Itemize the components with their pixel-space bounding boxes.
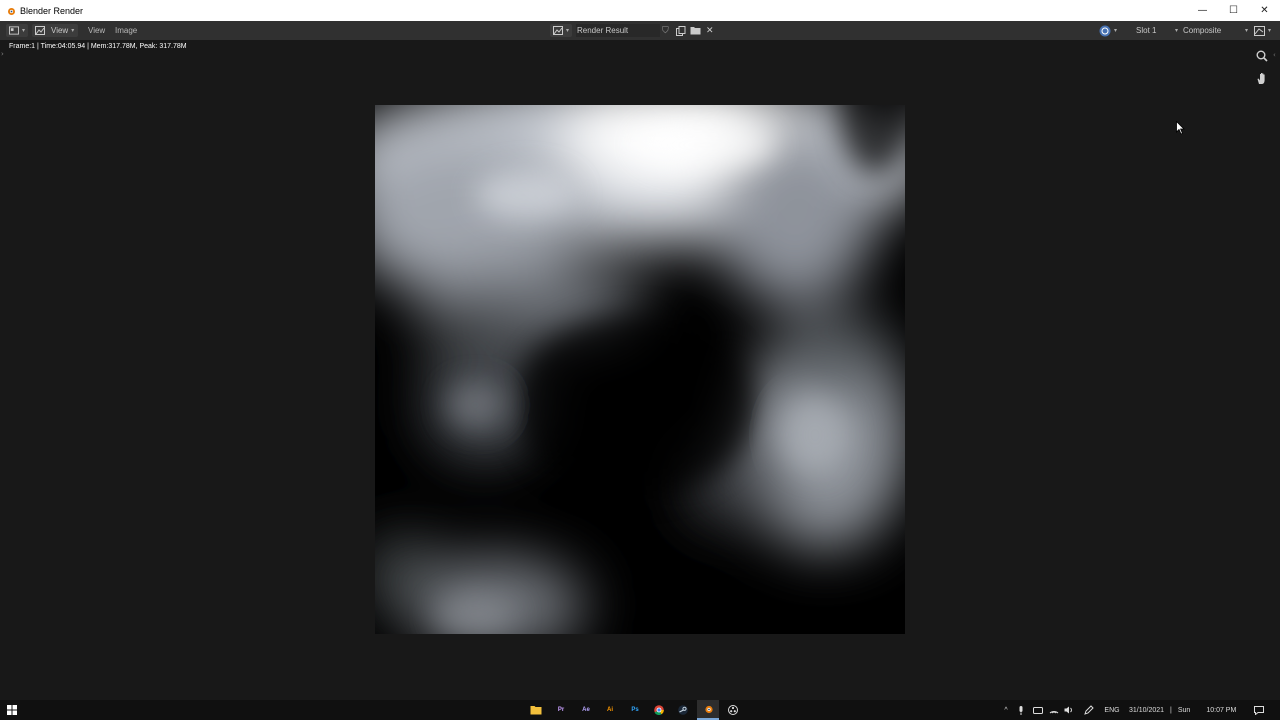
close-window-button[interactable]: ✕ — [1249, 0, 1280, 21]
steam-icon — [678, 705, 688, 715]
blender-logo-icon — [8, 7, 15, 15]
browse-image-button[interactable]: ▾ — [550, 24, 572, 37]
chevron-down-icon: ▾ — [1114, 28, 1118, 34]
taskbar-obs[interactable] — [722, 700, 744, 720]
duplicate-icon — [676, 25, 686, 36]
sidebar-toggle-icon[interactable]: › — [1, 50, 4, 58]
image-view-icon — [35, 26, 45, 35]
clock[interactable]: 31/10/2021 | Sun 10:07 PM — [1129, 700, 1244, 720]
taskbar-premiere[interactable]: Pr — [550, 700, 572, 720]
editor-type-button[interactable]: ▾ — [6, 24, 28, 37]
view-mode-label: View — [51, 26, 69, 35]
image-name-field[interactable]: Render Result — [576, 24, 660, 37]
clock-time: 10:07 PM — [1206, 706, 1237, 714]
slot-label: Slot 1 — [1136, 26, 1157, 35]
windows-taskbar: Pr Ae Ai Ps ^ ENG 31/10/2021 | Sun 10:07… — [0, 700, 1280, 720]
blender-logo-icon — [704, 705, 713, 714]
fake-user-shield-icon[interactable]: ⛉ — [662, 21, 669, 40]
clock-day: Sun — [1177, 706, 1191, 714]
display-channels-button[interactable]: ▾ — [1099, 21, 1117, 40]
network-wifi-icon[interactable] — [1048, 700, 1060, 720]
taskbar-chrome[interactable] — [648, 700, 670, 720]
clock-date: 31/10/2021 — [1129, 706, 1165, 714]
chevron-down-icon: ▾ — [21, 28, 25, 34]
chevron-down-icon: ▾ — [71, 28, 75, 34]
windows-start-button[interactable] — [5, 700, 19, 720]
folder-icon — [690, 27, 701, 35]
unlink-image-button[interactable]: ✕ — [706, 21, 714, 40]
clock-separator: | — [1170, 706, 1172, 714]
windows-logo-icon — [7, 705, 17, 715]
slot-dropdown[interactable]: Slot 1 ▾ — [1136, 21, 1178, 40]
view-options-button[interactable]: ▾ — [1254, 21, 1271, 40]
input-language[interactable]: ENG — [1102, 700, 1122, 720]
image-editor-icon — [9, 26, 19, 35]
menu-image[interactable]: Image — [115, 21, 137, 40]
zoom-view-icon[interactable] — [1254, 48, 1270, 64]
window-controls: — ☐ ✕ — [1187, 0, 1280, 21]
layer-label: Composite — [1183, 26, 1222, 35]
notifications-icon — [1254, 705, 1264, 715]
chrome-icon — [654, 705, 664, 715]
minimize-button[interactable]: — — [1187, 0, 1218, 21]
chevron-down-icon: ▾ — [1244, 28, 1248, 34]
image-editor-header: ▾ View ▾ View Image ▾ Render Result ⛉ ✕ … — [0, 21, 1280, 40]
obs-icon — [728, 705, 738, 715]
chevron-down-icon: ▾ — [1174, 28, 1178, 34]
chevron-down-icon: ▾ — [565, 28, 569, 34]
taskbar-file-explorer[interactable] — [525, 700, 547, 720]
taskbar-illustrator[interactable]: Ai — [599, 700, 621, 720]
folder-icon — [530, 706, 542, 715]
action-center-button[interactable] — [1252, 700, 1266, 720]
window-titlebar: Blender Render — ☐ ✕ — [0, 0, 1280, 21]
render-info-text: Frame:1 | Time:04:05.94 | Mem:317.78M, P… — [9, 43, 187, 50]
volume-icon[interactable] — [1063, 700, 1075, 720]
menu-view[interactable]: View — [88, 21, 105, 40]
toolbar-toggle-icon[interactable]: ‹ — [1273, 51, 1276, 59]
color-channels-icon — [1099, 25, 1111, 36]
taskbar-steam[interactable] — [672, 700, 694, 720]
image-browse-icon — [553, 26, 563, 35]
new-image-button[interactable] — [676, 21, 686, 40]
pan-view-hand-icon[interactable] — [1254, 70, 1270, 86]
mouse-cursor-icon — [1176, 121, 1185, 135]
tray-show-hidden-icon[interactable]: ^ — [1001, 700, 1011, 720]
usb-device-icon[interactable] — [1032, 700, 1044, 720]
taskbar-after-effects[interactable]: Ae — [575, 700, 597, 720]
maximize-button[interactable]: ☐ — [1218, 0, 1249, 21]
render-result-image — [375, 105, 905, 634]
taskbar-blender[interactable] — [697, 700, 719, 720]
pen-workspace-icon[interactable] — [1083, 700, 1095, 720]
chevron-down-icon: ▾ — [1268, 28, 1272, 34]
layer-dropdown[interactable]: Composite ▾ — [1183, 21, 1248, 40]
microphone-icon[interactable] — [1016, 700, 1026, 720]
view-mode-dropdown[interactable]: View ▾ — [32, 24, 78, 37]
scope-icon — [1254, 25, 1265, 36]
open-image-button[interactable] — [690, 21, 701, 40]
taskbar-photoshop[interactable]: Ps — [624, 700, 646, 720]
window-title: Blender Render — [20, 5, 84, 16]
